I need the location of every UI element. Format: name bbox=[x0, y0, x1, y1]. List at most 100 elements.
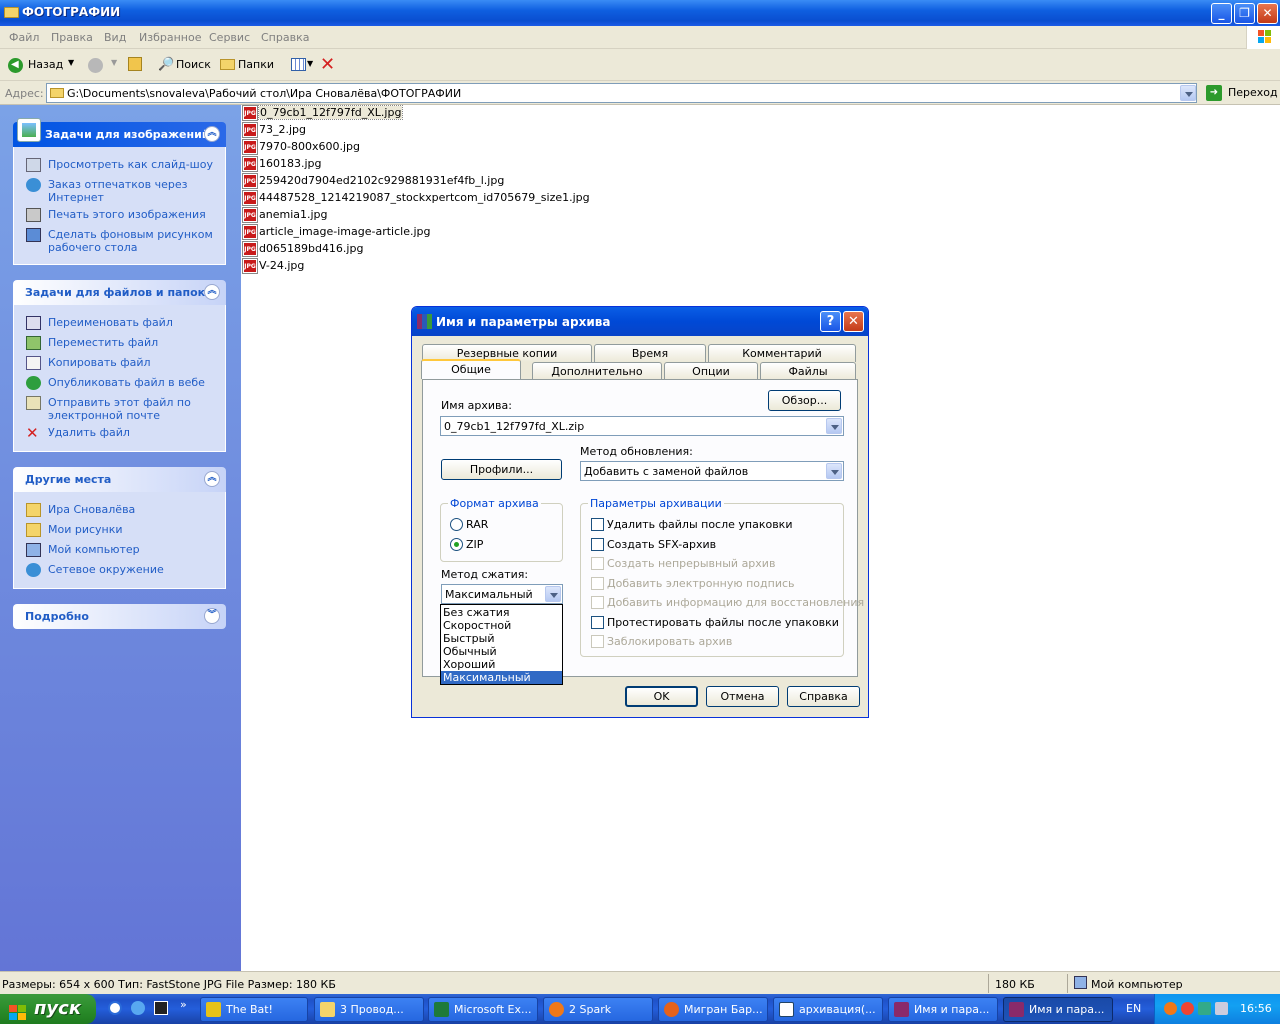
link-email[interactable]: Отправить этот файл по электронной почте bbox=[48, 396, 218, 422]
menu-edit[interactable]: Правка bbox=[51, 31, 93, 44]
tab-time[interactable]: Время bbox=[594, 344, 706, 362]
picture-icon bbox=[17, 118, 41, 142]
tab-options[interactable]: Опции bbox=[664, 362, 758, 380]
language-indicator[interactable]: EN bbox=[1126, 1002, 1141, 1015]
menu-file[interactable]: Файл bbox=[9, 31, 39, 44]
close-button[interactable]: ✕ bbox=[1257, 3, 1278, 24]
tray-volume-icon[interactable] bbox=[1215, 1002, 1228, 1015]
copy-icon bbox=[26, 356, 41, 370]
search-button[interactable]: 🔎 Поиск bbox=[154, 54, 212, 76]
link-order-prints[interactable]: Заказ отпечатков через Интернет bbox=[48, 178, 218, 204]
collapse-chevron-icon[interactable]: ︽ bbox=[204, 471, 220, 487]
tab-files[interactable]: Файлы bbox=[760, 362, 856, 380]
go-button[interactable]: ➜ Переход bbox=[1204, 83, 1280, 103]
link-set-wallpaper[interactable]: Сделать фоновым рисунком рабочего стола bbox=[48, 228, 218, 254]
chevron-down-icon[interactable] bbox=[826, 463, 842, 479]
compression-option[interactable]: Хороший bbox=[441, 658, 562, 671]
update-method-label: Метод обновления: bbox=[580, 445, 693, 458]
chevron-down-icon[interactable] bbox=[826, 418, 842, 434]
help-button[interactable]: Справка bbox=[787, 686, 860, 707]
link-user-folder[interactable]: Ира Сновалёва bbox=[48, 503, 218, 516]
taskbar-button-winrar-2[interactable]: Имя и пара... bbox=[1003, 997, 1113, 1022]
file-name: 259420d7904ed2102c929881931ef4fb_l.jpg bbox=[259, 174, 505, 187]
tab-comment[interactable]: Комментарий bbox=[708, 344, 856, 362]
profiles-button[interactable]: Профили... bbox=[441, 459, 562, 480]
details-header[interactable]: Подробно ︾ bbox=[13, 604, 226, 629]
minimize-button[interactable]: _ bbox=[1211, 3, 1232, 24]
compression-option[interactable]: Быстрый bbox=[441, 632, 562, 645]
tab-general[interactable]: Общие bbox=[421, 359, 521, 379]
ok-button[interactable]: OK bbox=[625, 686, 698, 707]
menu-favorites[interactable]: Избранное bbox=[139, 31, 201, 44]
taskbar-button-spark[interactable]: 2 Spark bbox=[543, 997, 653, 1022]
menu-tools[interactable]: Сервис bbox=[209, 31, 250, 44]
delete-x-icon[interactable]: ✕ bbox=[320, 54, 335, 75]
link-network[interactable]: Сетевое окружение bbox=[48, 563, 218, 576]
file-name: 160183.jpg bbox=[259, 157, 322, 170]
cancel-button[interactable]: Отмена bbox=[706, 686, 779, 707]
title-bar[interactable]: ФОТОГРАФИИ _ ❐ ✕ bbox=[0, 0, 1280, 26]
quicklaunch-more-icon[interactable]: » bbox=[180, 998, 187, 1011]
taskbar-button-firefox[interactable]: Мигран Бар... bbox=[658, 997, 768, 1022]
param-checkbox[interactable] bbox=[591, 537, 604, 551]
menu-view[interactable]: Вид bbox=[104, 31, 126, 44]
dialog-title-bar[interactable]: Имя и параметры архива ? ✕ bbox=[412, 307, 868, 336]
taskbar-button-thebat[interactable]: The Bat! bbox=[200, 997, 308, 1022]
address-label: Адрес: bbox=[5, 87, 44, 100]
tray-network-icon[interactable] bbox=[1198, 1002, 1211, 1015]
param-checkbox[interactable] bbox=[591, 615, 604, 629]
taskbar-button-winrar-1[interactable]: Имя и пара... bbox=[888, 997, 998, 1022]
link-delete[interactable]: Удалить файл bbox=[48, 426, 218, 439]
chevron-down-icon[interactable] bbox=[545, 586, 561, 602]
taskbar-button-excel[interactable]: Microsoft Ex... bbox=[428, 997, 538, 1022]
help-icon[interactable]: ? bbox=[820, 311, 841, 332]
link-move[interactable]: Переместить файл bbox=[48, 336, 218, 349]
tray-app-icon[interactable] bbox=[1164, 1002, 1177, 1015]
archive-name-label: Имя архива: bbox=[441, 399, 512, 412]
update-method-select[interactable]: Добавить с заменой файлов bbox=[580, 461, 844, 481]
collapse-chevron-icon[interactable]: ︽ bbox=[204, 126, 220, 142]
compression-option[interactable]: Скоростной bbox=[441, 619, 562, 632]
other-places-header[interactable]: Другие места ︽ bbox=[13, 467, 226, 492]
media-quicklaunch-icon[interactable] bbox=[131, 1001, 145, 1015]
tray-antivirus-icon[interactable] bbox=[1181, 1002, 1194, 1015]
compression-option[interactable]: Обычный bbox=[441, 645, 562, 658]
link-rename[interactable]: Переименовать файл bbox=[48, 316, 218, 329]
link-my-computer[interactable]: Мой компьютер bbox=[48, 543, 218, 556]
radio-zip[interactable] bbox=[450, 538, 463, 551]
collapse-chevron-icon[interactable]: ︽ bbox=[204, 284, 220, 300]
format-group-title: Формат архива bbox=[448, 497, 541, 510]
radio-rar[interactable] bbox=[450, 518, 463, 531]
compression-option[interactable]: Без сжатия bbox=[441, 606, 562, 619]
link-print[interactable]: Печать этого изображения bbox=[48, 208, 218, 221]
expand-chevron-icon[interactable]: ︾ bbox=[204, 608, 220, 624]
forward-button[interactable] bbox=[88, 58, 103, 73]
menu-help[interactable]: Справка bbox=[261, 31, 309, 44]
views-button[interactable]: ▼ bbox=[288, 56, 316, 74]
link-slideshow[interactable]: Просмотреть как слайд-шоу bbox=[48, 158, 218, 171]
archive-name-field[interactable]: 0_79cb1_12f797fd_XL.zip bbox=[440, 416, 844, 436]
folder-up-button[interactable] bbox=[128, 57, 142, 71]
compression-option[interactable]: Максимальный bbox=[441, 671, 562, 684]
back-button[interactable]: ◀ Назад ▼ bbox=[4, 54, 80, 76]
ie-quicklaunch-icon[interactable] bbox=[108, 1001, 122, 1015]
link-publish[interactable]: Опубликовать файл в вебе bbox=[48, 376, 218, 389]
start-button[interactable]: пуск bbox=[0, 994, 96, 1024]
address-input[interactable]: G:\Documents\snovaleva\Рабочий стол\Ира … bbox=[46, 83, 1197, 103]
browse-button[interactable]: Обзор... bbox=[768, 390, 841, 411]
file-name: 73_2.jpg bbox=[259, 123, 307, 136]
dialog-close-button[interactable]: ✕ bbox=[843, 311, 864, 332]
image-tasks-header[interactable]: Задачи для изображений ︽ bbox=[13, 118, 226, 147]
maximize-button[interactable]: ❐ bbox=[1234, 3, 1255, 24]
taskbar-button-explorer[interactable]: 3 Провод... bbox=[314, 997, 424, 1022]
param-checkbox[interactable] bbox=[591, 518, 604, 531]
tab-advanced[interactable]: Дополнительно bbox=[532, 362, 662, 380]
file-tasks-header[interactable]: Задачи для файлов и папок ︽ bbox=[13, 280, 226, 305]
compression-select[interactable]: Максимальный bbox=[441, 584, 563, 604]
folders-button[interactable]: Папки bbox=[216, 54, 274, 76]
link-my-pictures[interactable]: Мои рисунки bbox=[48, 523, 218, 536]
taskbar-button-word[interactable]: архивация(... bbox=[773, 997, 883, 1022]
link-copy[interactable]: Копировать файл bbox=[48, 356, 218, 369]
app-quicklaunch-icon[interactable] bbox=[154, 1001, 168, 1015]
address-dropdown-arrow[interactable] bbox=[1180, 85, 1196, 101]
